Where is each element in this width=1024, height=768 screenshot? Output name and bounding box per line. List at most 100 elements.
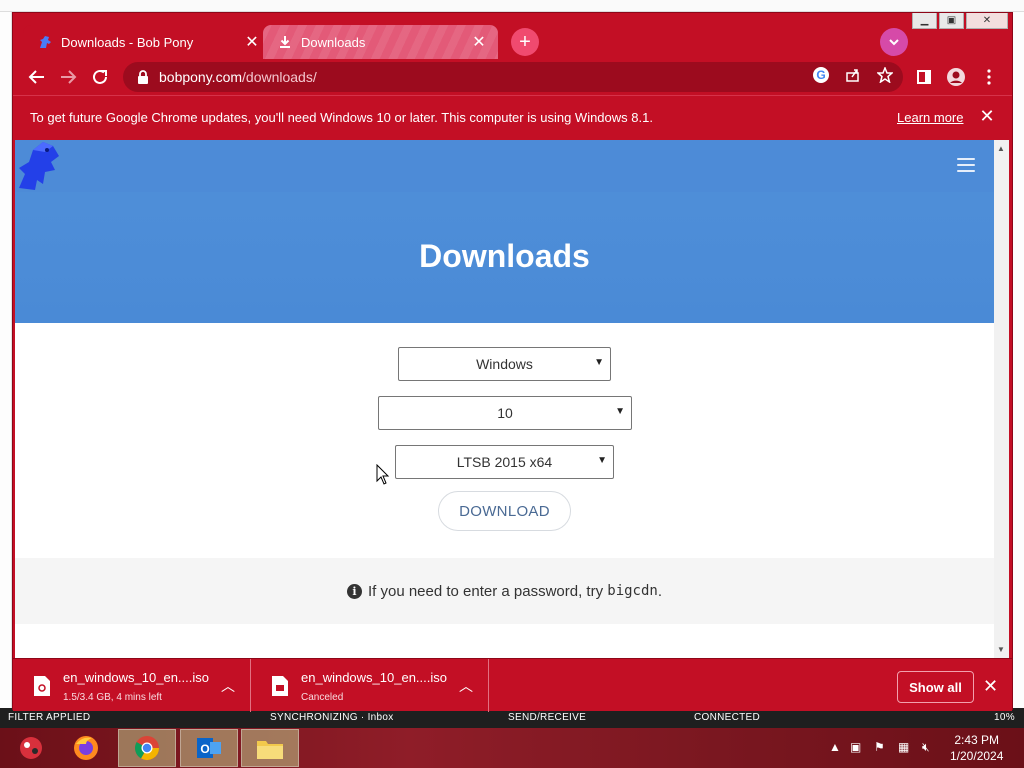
tab-close-icon[interactable]: ✕ (243, 33, 261, 51)
kebab-menu-icon (987, 69, 991, 85)
version-select[interactable]: 10 ▼ (378, 396, 632, 430)
note-text: If you need to enter a password, try (367, 582, 608, 600)
bob-pony-logo-icon[interactable] (15, 140, 65, 192)
show-all-button[interactable]: Show all (897, 671, 974, 703)
status-send-receive: SEND/RECEIVE (508, 712, 587, 723)
clock-time: 2:43 PM (954, 733, 1000, 747)
file-icon (34, 676, 50, 696)
version-select-value: 10 (497, 405, 513, 421)
download-status: 1.5/3.4 GB, 4 mins left (63, 692, 162, 703)
page-viewport: Downloads Windows ▼ 10 ▼ LTSB 2015 x64 ▼… (15, 140, 1009, 658)
download-form: Windows ▼ 10 ▼ LTSB 2015 x64 ▼ DOWNLOAD (15, 323, 994, 558)
profile-button[interactable] (944, 65, 968, 89)
password-note: i If you need to enter a password, try b… (15, 558, 994, 624)
tab-downloads[interactable]: Downloads ✕ (263, 25, 498, 59)
windows-taskbar: O ▲ ▣ ⚑ ▦ 🔇︎ 2:43 PM 1/20/2024 (0, 728, 1024, 768)
scroll-down-icon[interactable]: ▼ (997, 645, 1005, 654)
maximize-button[interactable]: ▣ (939, 13, 964, 29)
download-item[interactable]: en_windows_10_en....iso Canceled ︿ (251, 659, 489, 712)
hero-banner: Downloads (15, 140, 994, 323)
menu-button[interactable] (977, 65, 1001, 89)
mouse-cursor-icon (376, 464, 390, 485)
download-icon (277, 34, 293, 50)
download-filename: en_windows_10_en....iso (63, 670, 209, 685)
chevron-down-icon (889, 39, 899, 46)
download-item[interactable]: en_windows_10_en....iso 1.5/3.4 GB, 4 mi… (13, 659, 251, 712)
avatar-icon (947, 68, 965, 86)
os-select[interactable]: Windows ▼ (398, 347, 611, 381)
hamburger-menu-icon[interactable] (957, 158, 975, 172)
forward-button[interactable] (56, 65, 80, 89)
google-icon[interactable]: G (809, 63, 833, 87)
page-scrollbar[interactable]: ▲ ▼ (994, 140, 1009, 658)
site-navbar (15, 140, 994, 192)
taskbar-outlook-icon[interactable]: O (180, 729, 238, 767)
reload-button[interactable] (88, 65, 112, 89)
back-button[interactable] (25, 65, 49, 89)
url-path: /downloads/ (242, 69, 317, 85)
edition-select-value: LTSB 2015 x64 (456, 454, 553, 470)
window-close-button[interactable]: ✕ (966, 13, 1008, 29)
learn-more-link[interactable]: Learn more (897, 110, 963, 125)
infobar-close-icon[interactable]: ✕ (977, 106, 997, 126)
infobar-message: To get future Google Chrome updates, you… (30, 110, 653, 125)
chrome-window: Downloads - Bob Pony ✕ Downloads ✕ + ▁ ▣… (12, 12, 1013, 712)
tab-title: Downloads - Bob Pony (61, 34, 194, 50)
bookmark-star-icon[interactable] (873, 63, 897, 87)
shelf-close-icon[interactable]: ✕ (983, 676, 998, 697)
edition-select[interactable]: LTSB 2015 x64 ▼ (395, 445, 614, 479)
tray-network-icon[interactable]: ▣ (850, 740, 861, 754)
download-status: Canceled (301, 692, 344, 703)
tray-show-hidden-icon[interactable]: ▲ (829, 740, 841, 754)
update-infobar: To get future Google Chrome updates, you… (13, 95, 1012, 139)
background-window-titlebar (0, 0, 1024, 12)
forward-arrow-icon (61, 70, 77, 84)
os-select-value: Windows (476, 356, 533, 372)
taskbar-game-icon[interactable] (2, 729, 60, 767)
taskbar-clock[interactable]: 2:43 PM 1/20/2024 (950, 732, 1003, 764)
background-window-right (1012, 12, 1024, 712)
tab-close-icon[interactable]: ✕ (470, 33, 488, 51)
tab-search-button[interactable] (880, 28, 908, 56)
note-suffix: . (657, 582, 663, 600)
page-title: Downloads (419, 238, 590, 274)
tray-devices-icon[interactable]: ▦ (898, 740, 909, 754)
download-shelf: en_windows_10_en....iso 1.5/3.4 GB, 4 mi… (13, 658, 1012, 712)
scroll-up-icon[interactable]: ▲ (997, 144, 1005, 153)
url-host: bobpony.com (159, 69, 243, 85)
new-tab-button[interactable]: + (511, 28, 539, 56)
tab-downloads-bob-pony[interactable]: Downloads - Bob Pony ✕ (23, 25, 271, 59)
lock-icon (137, 70, 149, 84)
status-filter: FILTER APPLIED (8, 712, 91, 723)
download-button[interactable]: DOWNLOAD (438, 491, 571, 531)
dinosaur-logo-icon (37, 34, 53, 50)
share-icon[interactable] (841, 63, 865, 87)
svg-text:O: O (200, 742, 209, 756)
file-icon (272, 676, 288, 696)
chevron-down-icon: ▼ (615, 406, 625, 417)
password-code: bigcdn (607, 583, 658, 599)
browser-toolbar: bobpony.com/downloads/ G (13, 59, 1012, 95)
minimize-button[interactable]: ▁ (912, 13, 937, 29)
side-panel-icon (917, 70, 931, 84)
back-arrow-icon (28, 70, 44, 84)
side-panel-button[interactable] (912, 65, 936, 89)
chevron-up-icon[interactable]: ︿ (459, 676, 473, 696)
tab-strip: Downloads - Bob Pony ✕ Downloads ✕ + ▁ ▣… (13, 13, 1012, 59)
taskbar-firefox-icon[interactable] (57, 729, 115, 767)
chevron-down-icon: ▼ (597, 455, 607, 466)
chevron-down-icon: ▼ (594, 357, 604, 368)
info-icon: i (346, 583, 362, 599)
taskbar-chrome-icon[interactable] (118, 729, 176, 767)
tray-volume-mute-icon[interactable]: 🔇︎ (922, 740, 930, 755)
status-zoom: 10% (994, 712, 1015, 723)
window-controls: ▁ ▣ ✕ (912, 13, 1008, 29)
address-bar[interactable]: bobpony.com/downloads/ (123, 62, 903, 92)
download-filename: en_windows_10_en....iso (301, 670, 447, 685)
status-sync: SYNCHRONIZING · Inbox (270, 712, 394, 723)
reload-icon (93, 69, 107, 84)
tray-flag-icon[interactable]: ⚑ (874, 740, 885, 754)
chevron-up-icon[interactable]: ︿ (221, 676, 235, 696)
tab-title: Downloads (301, 34, 366, 50)
taskbar-file-explorer-icon[interactable] (241, 729, 299, 767)
